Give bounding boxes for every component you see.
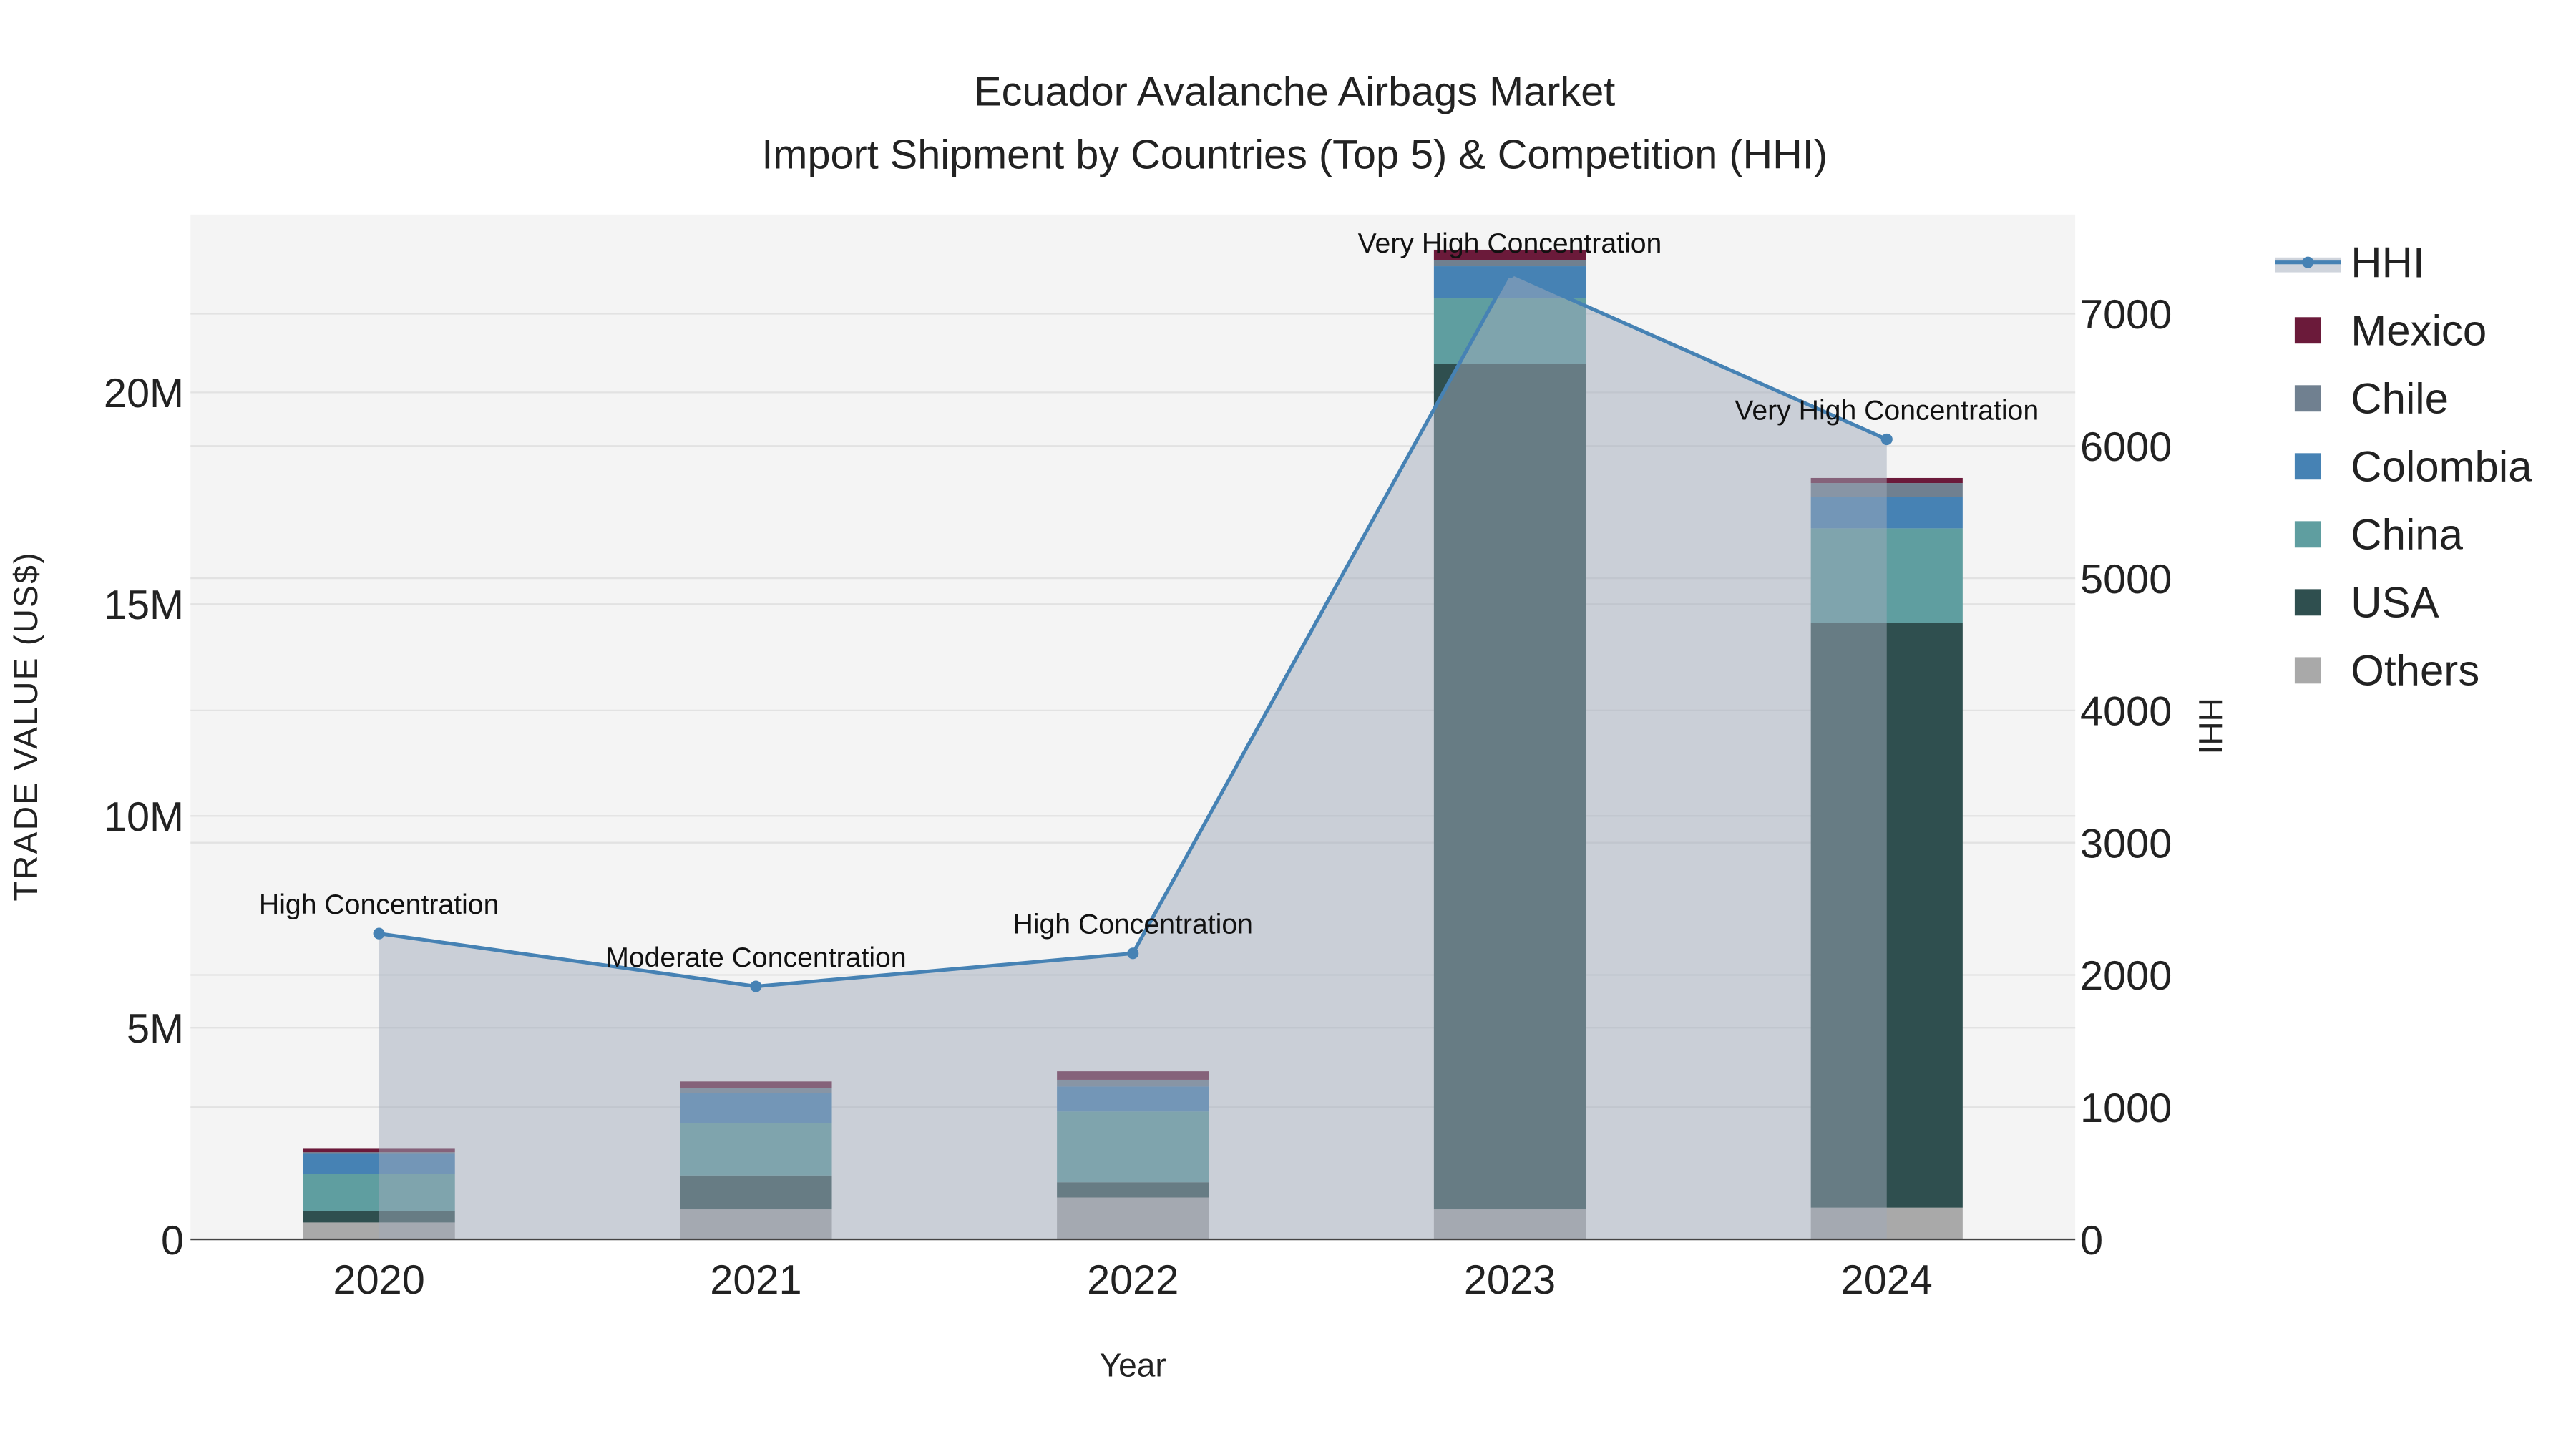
y2-tick-label: 5000 [2080, 557, 2172, 602]
legend-swatch-usa [2294, 589, 2321, 616]
x-axis-label: Year [1100, 1347, 1166, 1384]
hhi-annotation: High Concentration [259, 889, 499, 920]
hhi-annotation: Very High Concentration [1358, 228, 1662, 259]
y-tick-label: 5M [127, 1006, 184, 1052]
y2-tick-label: 1000 [2080, 1085, 2172, 1131]
y2-tick-label: 2000 [2080, 953, 2172, 999]
hhi-point-2020 [373, 927, 385, 940]
legend-swatch-others [2294, 657, 2321, 684]
y2-axis-label: HHI [2192, 698, 2229, 754]
y-tick-label: 15M [104, 582, 184, 628]
hhi-point-2021 [750, 980, 762, 992]
chart-subtitle: Import Shipment by Countries (Top 5) & C… [761, 132, 1828, 177]
legend-label-colombia: Colombia [2351, 443, 2532, 491]
hhi-annotation: Moderate Concentration [605, 942, 906, 973]
legend-label-chile: Chile [2351, 375, 2449, 423]
legend-label-hhi: HHI [2351, 238, 2424, 286]
x-tick-label: 2023 [1464, 1257, 1556, 1303]
chart: Ecuador Avalanche Airbags Market Import … [7, 69, 2532, 1384]
x-tick-label: 2022 [1087, 1257, 1179, 1303]
x-tick-label: 2021 [710, 1257, 801, 1303]
hhi-point-2024 [1880, 433, 1893, 446]
y-tick-label: 0 [161, 1218, 184, 1264]
hhi-point-2022 [1127, 947, 1139, 960]
y2-tick-label: 3000 [2080, 821, 2172, 867]
bar-chile-2023 [1433, 260, 1586, 267]
y2-tick-label: 4000 [2080, 689, 2172, 735]
y2-tick-label: 0 [2080, 1218, 2103, 1264]
legend-label-others: Others [2351, 647, 2479, 695]
y2-tick-label: 7000 [2080, 292, 2172, 338]
y-tick-label: 20M [104, 371, 184, 416]
y-axis-label: TRADE VALUE (US$) [7, 551, 44, 901]
legend-swatch-mexico [2294, 317, 2321, 344]
legend-marker-hhi [2302, 256, 2314, 268]
x-tick-label: 2024 [1841, 1257, 1933, 1303]
hhi-annotation: High Concentration [1013, 909, 1252, 940]
legend-swatch-chile [2294, 385, 2321, 412]
legend-label-usa: USA [2351, 579, 2439, 627]
legend-label-mexico: Mexico [2351, 306, 2487, 354]
x-tick-label: 2020 [333, 1257, 425, 1303]
y2-tick-label: 6000 [2080, 424, 2172, 470]
y-tick-label: 10M [104, 794, 184, 840]
legend-label-china: China [2351, 511, 2463, 559]
legend-swatch-china [2294, 521, 2321, 548]
legend: HHI Mexico Chile Colombia China USA Others [2275, 238, 2532, 695]
legend-swatch-colombia [2294, 453, 2321, 480]
hhi-point-2023 [1503, 266, 1516, 278]
hhi-annotation: Very High Concentration [1735, 395, 2039, 426]
chart-title: Ecuador Avalanche Airbags Market [974, 69, 1615, 115]
